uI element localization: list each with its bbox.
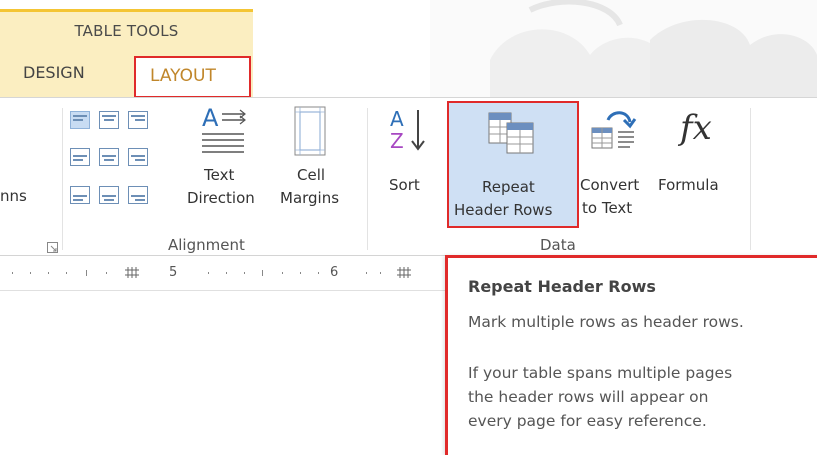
group-separator (750, 108, 751, 250)
align-center-right-button[interactable] (128, 148, 148, 166)
tab-design[interactable]: DESIGN (23, 63, 85, 82)
repeat-header-rows-icon (487, 111, 539, 161)
tab-layout-label: LAYOUT (150, 66, 216, 86)
ribbon: nns A Text Direction Cell Margins Alignm… (0, 97, 817, 256)
sort-button[interactable]: A Z Sort (380, 98, 440, 228)
svg-text:A: A (202, 104, 219, 132)
formula-label: Formula (658, 176, 719, 194)
sort-label: Sort (389, 176, 420, 194)
cell-margins-label-line1: Cell (297, 166, 326, 184)
align-top-center-button[interactable] (99, 111, 119, 129)
tooltip-title: Repeat Header Rows (468, 277, 656, 296)
convert-to-text-label-line1: Convert (580, 176, 640, 194)
convert-to-text-button[interactable]: Convert to Text (580, 98, 652, 228)
align-top-right-button[interactable] (128, 111, 148, 129)
table-tools-label: TABLE TOOLS (74, 22, 179, 40)
group-separator (367, 108, 368, 250)
formula-fx-icon: fx (680, 108, 712, 148)
ruler-mark-6: 6 (330, 265, 339, 280)
repeat-header-rows-label-line2: Header Rows (454, 201, 553, 219)
align-bottom-left-button[interactable] (70, 186, 90, 204)
text-direction-icon: A (200, 104, 250, 158)
text-direction-button[interactable]: A Text Direction (182, 98, 266, 228)
partial-left-label: nns (0, 187, 27, 205)
tooltip-description: Mark multiple rows as header rows. (468, 313, 744, 331)
cell-margins-icon (294, 106, 326, 162)
convert-to-text-label-line2: to Text (582, 199, 633, 217)
tooltip-repeat-header-rows: Repeat Header Rows Mark multiple rows as… (445, 255, 817, 455)
repeat-header-rows-button[interactable]: Repeat Header Rows (447, 101, 579, 228)
convert-to-text-icon (590, 106, 638, 156)
text-direction-label-line1: Text (204, 166, 235, 184)
ruler-ticks (12, 267, 411, 278)
formula-button[interactable]: fx Formula (650, 98, 730, 228)
office-background-pattern (430, 0, 817, 97)
text-direction-label-line2: Direction (187, 189, 255, 207)
sort-az-icon: A Z (388, 104, 428, 162)
data-group-label: Data (540, 236, 576, 254)
tooltip-details: If your table spans multiple pages the h… (468, 364, 733, 430)
cell-margins-label-line2: Margins (280, 189, 340, 207)
alignment-group-label: Alignment (168, 236, 245, 254)
cell-margins-button[interactable]: Cell Margins (272, 98, 354, 228)
align-bottom-center-button[interactable] (99, 186, 119, 204)
align-top-left-button[interactable] (70, 111, 90, 129)
svg-text:Z: Z (390, 129, 404, 153)
tab-layout[interactable]: LAYOUT (134, 56, 251, 98)
svg-text:A: A (390, 107, 404, 131)
ruler-mark-5: 5 (169, 265, 178, 280)
align-center-button[interactable] (99, 148, 119, 166)
group-separator (62, 108, 63, 250)
align-bottom-right-button[interactable] (128, 186, 148, 204)
align-center-left-button[interactable] (70, 148, 90, 166)
repeat-header-rows-label-line1: Repeat (482, 178, 535, 196)
